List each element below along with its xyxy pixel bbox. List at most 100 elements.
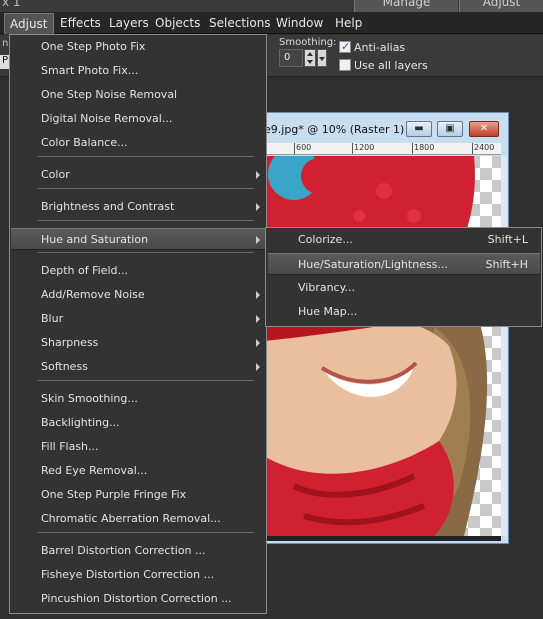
ruler-tick-line bbox=[352, 143, 353, 154]
menu-separator bbox=[38, 380, 254, 381]
menu-item-blur[interactable]: Blur bbox=[11, 308, 265, 330]
menu-item-pincushion-distortion-correction[interactable]: Pincushion Distortion Correction ... bbox=[11, 588, 265, 610]
menu-item-smart-photo-fix[interactable]: Smart Photo Fix... bbox=[11, 60, 265, 82]
submenu-item-hue-saturation-lightness[interactable]: Hue/Saturation/Lightness... Shift+H bbox=[268, 253, 540, 275]
ruler-label: 2400 bbox=[474, 143, 495, 152]
tab-manage[interactable]: Manage bbox=[354, 0, 458, 12]
photo-woman-red-hat bbox=[264, 156, 488, 536]
smoothing-label: Smoothing: bbox=[279, 37, 337, 48]
submenu-item-colorize[interactable]: Colorize... Shift+L bbox=[268, 229, 540, 251]
menu-item-digital-noise-removal[interactable]: Digital Noise Removal... bbox=[11, 108, 265, 130]
menu-effects[interactable]: Effects bbox=[60, 16, 101, 30]
menu-separator bbox=[38, 532, 254, 533]
menu-bar: Adjust Effects Layers Objects Selections… bbox=[0, 12, 543, 34]
close-button[interactable]: ✕ bbox=[469, 121, 499, 137]
menu-separator bbox=[38, 188, 254, 189]
menu-item-label: Color bbox=[41, 168, 70, 181]
submenu-item-shortcut: Shift+L bbox=[487, 233, 528, 246]
menu-item-red-eye-removal[interactable]: Red Eye Removal... bbox=[11, 460, 265, 482]
menu-item-one-step-photo-fix[interactable]: One Step Photo Fix bbox=[11, 36, 265, 58]
ruler-label: 600 bbox=[296, 143, 312, 152]
document-window-bottom-edge bbox=[264, 536, 501, 541]
submenu-arrow-icon bbox=[256, 363, 260, 371]
tab-adjust[interactable]: Adjust bbox=[459, 0, 543, 12]
ruler-label: 1800 bbox=[414, 143, 435, 152]
submenu-item-vibrancy[interactable]: Vibrancy... bbox=[268, 277, 540, 299]
image-canvas[interactable] bbox=[264, 156, 501, 536]
use-all-layers-label: Use all layers bbox=[354, 59, 428, 72]
menu-item-label: Backlighting... bbox=[41, 416, 120, 429]
horizontal-ruler: 600 1200 1800 2400 bbox=[264, 143, 501, 155]
menu-item-label: Blur bbox=[41, 312, 64, 325]
submenu-arrow-icon bbox=[256, 291, 260, 299]
menu-separator bbox=[38, 252, 254, 253]
ruler-tick-line bbox=[412, 143, 413, 154]
smoothing-dropdown-button[interactable] bbox=[317, 49, 327, 67]
menu-item-label: Color Balance... bbox=[41, 136, 128, 149]
maximize-button[interactable]: ▣ bbox=[437, 121, 463, 137]
menu-item-label: Softness bbox=[41, 360, 88, 373]
menu-item-label: Chromatic Aberration Removal... bbox=[41, 512, 221, 525]
menu-item-depth-of-field[interactable]: Depth of Field... bbox=[11, 260, 265, 282]
menu-item-color[interactable]: Color bbox=[11, 164, 265, 186]
submenu-arrow-icon bbox=[256, 236, 260, 244]
submenu-item-hue-map[interactable]: Hue Map... bbox=[268, 301, 540, 323]
menu-item-label: One Step Photo Fix bbox=[41, 40, 146, 53]
menu-help[interactable]: Help bbox=[335, 16, 362, 30]
use-all-layers-checkbox[interactable] bbox=[339, 59, 351, 71]
menu-separator bbox=[38, 156, 254, 157]
submenu-item-label: Hue/Saturation/Lightness... bbox=[298, 258, 448, 271]
close-icon: ✕ bbox=[479, 123, 489, 134]
menu-window[interactable]: Window bbox=[276, 16, 323, 30]
menu-item-label: Digital Noise Removal... bbox=[41, 112, 173, 125]
menu-item-fisheye-distortion-correction[interactable]: Fisheye Distortion Correction ... bbox=[11, 564, 265, 586]
menu-item-backlighting[interactable]: Backlighting... bbox=[11, 412, 265, 434]
menu-item-label: Skin Smoothing... bbox=[41, 392, 138, 405]
menu-layers[interactable]: Layers bbox=[109, 16, 149, 30]
submenu-item-label: Vibrancy... bbox=[298, 281, 356, 294]
smoothing-input[interactable]: 0 bbox=[279, 49, 303, 67]
menu-objects[interactable]: Objects bbox=[155, 16, 200, 30]
menu-item-label: One Step Noise Removal bbox=[41, 88, 178, 101]
menu-item-label: One Step Purple Fringe Fix bbox=[41, 488, 187, 501]
stepper-down-icon[interactable] bbox=[307, 60, 313, 64]
menu-item-label: Add/Remove Noise bbox=[41, 288, 145, 301]
menu-item-label: Fill Flash... bbox=[41, 440, 99, 453]
submenu-arrow-icon bbox=[256, 315, 260, 323]
smoothing-stepper[interactable] bbox=[304, 49, 316, 67]
menu-item-label: Depth of Field... bbox=[41, 264, 128, 277]
menu-item-skin-smoothing[interactable]: Skin Smoothing... bbox=[11, 388, 265, 410]
menu-item-label: Red Eye Removal... bbox=[41, 464, 148, 477]
ruler-tick-line bbox=[294, 143, 295, 154]
submenu-item-shortcut: Shift+H bbox=[485, 258, 529, 271]
minimize-icon: ▬ bbox=[414, 123, 424, 134]
menu-item-hue-and-saturation[interactable]: Hue and Saturation bbox=[11, 228, 265, 250]
menu-item-brightness-and-contrast[interactable]: Brightness and Contrast bbox=[11, 196, 265, 218]
menu-item-sharpness[interactable]: Sharpness bbox=[11, 332, 265, 354]
menu-item-color-balance[interactable]: Color Balance... bbox=[11, 132, 265, 154]
menu-item-label: Brightness and Contrast bbox=[41, 200, 175, 213]
menu-item-one-step-noise-removal[interactable]: One Step Noise Removal bbox=[11, 84, 265, 106]
ruler-label: 1200 bbox=[354, 143, 375, 152]
stepper-up-icon[interactable] bbox=[307, 52, 313, 56]
submenu-item-label: Colorize... bbox=[298, 233, 353, 246]
menu-item-softness[interactable]: Softness bbox=[11, 356, 265, 378]
submenu-arrow-icon bbox=[256, 203, 260, 211]
maximize-icon: ▣ bbox=[445, 123, 455, 134]
menu-item-label: Pincushion Distortion Correction ... bbox=[41, 592, 232, 605]
menu-item-label: Hue and Saturation bbox=[41, 233, 149, 246]
submenu-arrow-icon bbox=[256, 171, 260, 179]
menu-item-label: Sharpness bbox=[41, 336, 99, 349]
minimize-button[interactable]: ▬ bbox=[406, 121, 432, 137]
menu-item-add-remove-noise[interactable]: Add/Remove Noise bbox=[11, 284, 265, 306]
menu-separator bbox=[38, 220, 254, 221]
menu-item-fill-flash[interactable]: Fill Flash... bbox=[11, 436, 265, 458]
menu-item-chromatic-aberration-removal[interactable]: Chromatic Aberration Removal... bbox=[11, 508, 265, 530]
menu-selections[interactable]: Selections bbox=[209, 16, 271, 30]
menu-item-barrel-distortion-correction[interactable]: Barrel Distortion Correction ... bbox=[11, 540, 265, 562]
antialias-checkbox[interactable] bbox=[339, 40, 351, 53]
menu-adjust[interactable]: Adjust bbox=[4, 13, 54, 34]
antialias-label: Anti-alias bbox=[354, 41, 406, 54]
menu-item-one-step-purple-fringe-fix[interactable]: One Step Purple Fringe Fix bbox=[11, 484, 265, 506]
menu-item-label: Smart Photo Fix... bbox=[41, 64, 139, 77]
